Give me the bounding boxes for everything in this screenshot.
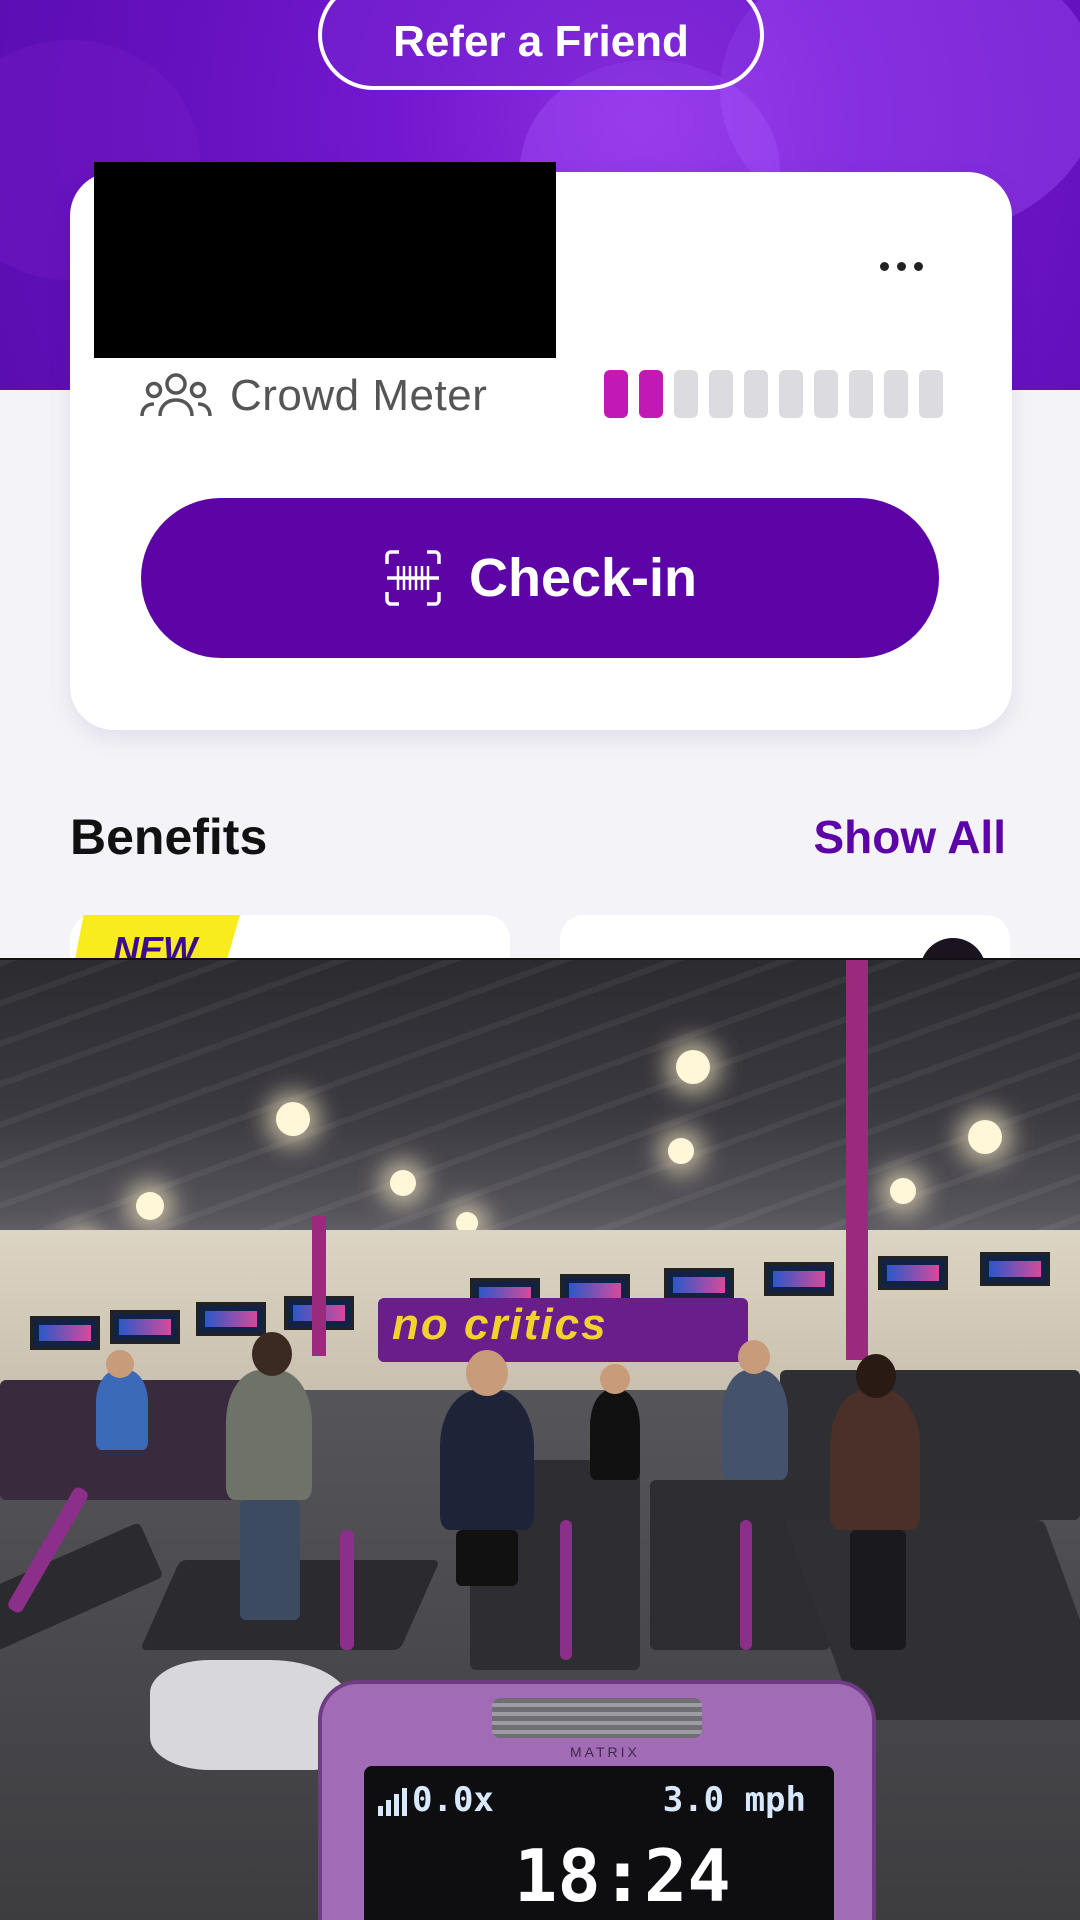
show-all-link[interactable]: Show All bbox=[813, 810, 1006, 864]
crowd-meter-segment bbox=[814, 370, 838, 418]
refer-a-friend-button[interactable]: Refer a Friend bbox=[318, 0, 764, 90]
crowd-meter-label: Crowd Meter bbox=[230, 371, 488, 420]
display-time: 18:24 bbox=[514, 1834, 731, 1918]
ceiling-light bbox=[136, 1192, 164, 1220]
treadmill-brand: MATRIX bbox=[570, 1744, 640, 1760]
crowd-meter-segment bbox=[849, 370, 873, 418]
tv-screen bbox=[196, 1302, 266, 1336]
treadmill-rail bbox=[740, 1520, 752, 1650]
crowd-meter-segment bbox=[674, 370, 698, 418]
tv-screen bbox=[878, 1256, 948, 1290]
tv-screen bbox=[764, 1262, 834, 1296]
crowd-meter-segment bbox=[639, 370, 663, 418]
gym-photo: no critics MATRIX 0.0x 3.0 mph 18:24 bbox=[0, 960, 1080, 1920]
person bbox=[226, 1370, 312, 1500]
person-head bbox=[600, 1364, 630, 1394]
app-screen: Refer a Friend Crowd Meter Check-in Bene… bbox=[0, 0, 1080, 958]
ceiling-light bbox=[968, 1120, 1002, 1154]
person-head bbox=[106, 1350, 134, 1378]
person bbox=[96, 1370, 148, 1450]
tv-screen bbox=[664, 1268, 734, 1302]
person bbox=[722, 1370, 788, 1480]
person bbox=[440, 1390, 534, 1530]
new-badge: NEW bbox=[70, 915, 240, 958]
pillar bbox=[312, 1216, 326, 1356]
treadmill-rail bbox=[340, 1530, 354, 1650]
person-legs bbox=[850, 1530, 906, 1650]
display-left-readout: 0.0x bbox=[412, 1780, 494, 1820]
crowd-meter-segment bbox=[884, 370, 908, 418]
check-in-label: Check-in bbox=[468, 548, 698, 608]
ceiling-light bbox=[276, 1102, 310, 1136]
crowd-meter-segment bbox=[744, 370, 768, 418]
person-legs bbox=[240, 1500, 300, 1620]
person-head bbox=[738, 1340, 770, 1374]
redacted-member-info bbox=[94, 162, 556, 358]
display-speed: 3.0 mph bbox=[662, 1780, 806, 1820]
screen-root: Refer a Friend Crowd Meter Check-in Bene… bbox=[0, 0, 1080, 1920]
person bbox=[590, 1390, 640, 1480]
tv-screen bbox=[980, 1252, 1050, 1286]
crowd-meter-bar bbox=[604, 370, 943, 418]
crowd-meter-segment bbox=[779, 370, 803, 418]
person bbox=[830, 1390, 920, 1530]
tv-screen bbox=[110, 1310, 180, 1344]
person-head bbox=[856, 1354, 896, 1398]
pillar bbox=[846, 960, 868, 1360]
treadmill-rail bbox=[560, 1520, 572, 1660]
wall-sign-text: no critics bbox=[392, 1300, 608, 1349]
console-fan-grille bbox=[492, 1698, 702, 1738]
person-head bbox=[252, 1332, 292, 1376]
person-head bbox=[466, 1350, 508, 1396]
treadmill-console: MATRIX 0.0x 3.0 mph 18:24 bbox=[318, 1680, 876, 1920]
more-options-icon[interactable] bbox=[880, 262, 923, 271]
crowd-meter-segment bbox=[919, 370, 943, 418]
barcode-scan-icon bbox=[385, 550, 441, 606]
tv-screen bbox=[30, 1316, 100, 1350]
ceiling-light bbox=[668, 1138, 694, 1164]
ceiling-light bbox=[390, 1170, 416, 1196]
crowd-meter: Crowd Meter bbox=[140, 368, 487, 424]
check-in-button[interactable]: Check-in bbox=[141, 498, 939, 658]
people-icon bbox=[140, 373, 212, 417]
ceiling-light bbox=[676, 1050, 710, 1084]
crowd-meter-segment bbox=[709, 370, 733, 418]
benefits-heading: Benefits bbox=[70, 809, 268, 865]
treadmill-display: 0.0x 3.0 mph 18:24 bbox=[364, 1766, 834, 1920]
ceiling bbox=[0, 960, 1080, 1260]
person-shorts bbox=[456, 1530, 518, 1586]
ceiling-light bbox=[890, 1178, 916, 1204]
crowd-meter-segment bbox=[604, 370, 628, 418]
signal-bars-icon bbox=[378, 1788, 407, 1816]
